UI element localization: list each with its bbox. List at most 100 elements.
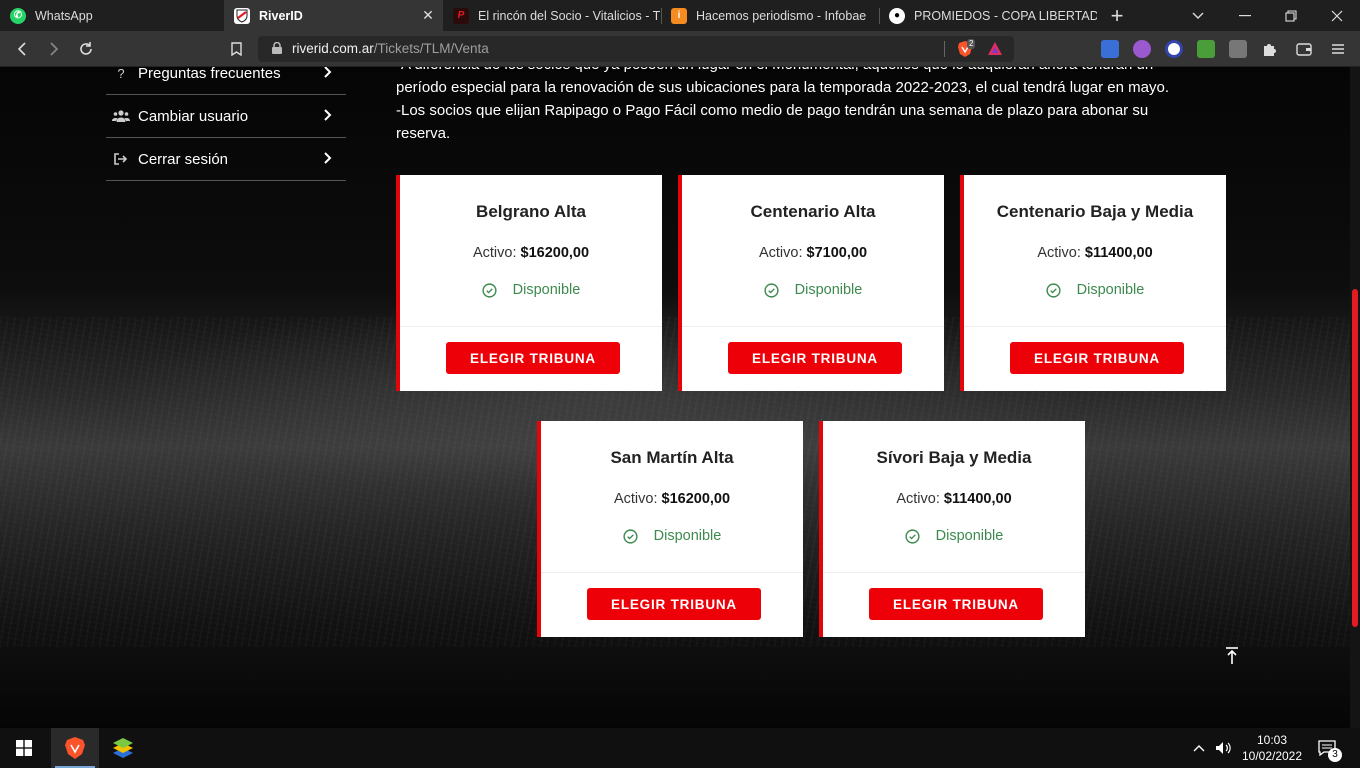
chevron-right-icon [324,151,332,168]
chevron-right-icon [324,67,332,82]
elegir-tribuna-button[interactable]: ELEGIR TRIBUNA [446,342,620,374]
translate-extension-icon[interactable] [1101,40,1119,58]
status-label: Disponible [512,282,581,298]
check-circle-icon [623,528,638,544]
price-label: Activo: [758,245,803,261]
reader-extension-icon[interactable] [1229,40,1247,58]
elegir-tribuna-button[interactable]: ELEGIR TRIBUNA [587,588,761,620]
scroll-to-top-icon[interactable] [1222,647,1242,667]
taskbar-bluestacks[interactable] [99,728,147,768]
blocker-extension-icon[interactable] [1165,40,1183,58]
volume-icon[interactable] [1215,728,1233,768]
check-circle-icon [905,528,920,544]
tribuna-card: Sívori Baja y Media Activo: $11400,00 Di… [819,421,1085,637]
brave-lion-icon [65,737,85,759]
scrollbar-thumb[interactable] [1352,289,1358,627]
tab-whatsapp[interactable]: ✆ WhatsApp [0,0,224,31]
taskbar-brave-browser[interactable] [51,728,99,768]
check-circle-icon [482,282,497,298]
info-line: -A diferencia de los socios que ya posee… [396,67,1226,76]
forward-icon[interactable] [42,37,66,61]
info-line: -Los socios que elijan Rapipago o Pago F… [396,102,1149,119]
status-label: Disponible [794,282,863,298]
river-plate-icon [234,7,250,24]
tab-title: WhatsApp [35,8,93,23]
tab-title: PROMIEDOS - COPA LIBERTADORES [914,8,1097,23]
price-value: $7100,00 [806,245,868,261]
elegir-tribuna-button[interactable]: ELEGIR TRIBUNA [1010,342,1184,374]
menu-hamburger-icon[interactable] [1326,37,1350,61]
tribuna-name: Belgrano Alta [476,202,586,221]
tab-rincon-socio[interactable]: P El rincón del Socio - Vitalicios - TLM [443,0,661,31]
price-label: Activo: [896,491,940,507]
sidebar-item-faq[interactable]: ? Preguntas frecuentes [106,67,346,95]
tab-search-chevron-icon[interactable] [1178,0,1218,31]
tribuna-price: Activo: $16200,00 [541,491,803,507]
restore-window-icon[interactable] [1271,0,1311,31]
status-label: Disponible [935,528,1004,544]
tribuna-card: Belgrano Alta Activo: $16200,00 Disponib… [396,175,662,391]
card-divider [682,326,944,327]
price-label: Activo: [472,245,517,261]
shields-count-badge: 2 [967,39,976,49]
sidebar-item-change-user[interactable]: Cambiar usuario [106,95,346,138]
availability-status: Disponible [964,282,1226,298]
question-icon: ? [117,67,125,81]
price-label: Activo: [613,491,658,507]
tribuna-card: San Martín Alta Activo: $16200,00 Dispon… [537,421,803,637]
address-bar[interactable]: riverid.com.ar/Tickets/TLM/Venta 2 [258,36,1014,62]
sale-info-text: -A diferencia de los socios que ya posee… [396,67,1226,145]
close-window-icon[interactable] [1317,0,1357,31]
download-extension-icon[interactable] [1197,40,1215,58]
sidebar-item-logout[interactable]: Cerrar sesión [106,138,346,181]
availability-status: Disponible [400,282,662,298]
chevron-right-icon [324,108,332,125]
sidebar-item-label: Cerrar sesión [138,150,229,168]
tab-riverid[interactable]: RiverID ✕ [224,0,443,31]
tribuna-name: Centenario Alta [750,202,876,221]
url-text[interactable]: riverid.com.ar/Tickets/TLM/Venta [292,41,489,56]
url-path: /Tickets/TLM/Venta [373,41,489,56]
elegir-tribuna-button[interactable]: ELEGIR TRIBUNA [728,342,902,374]
close-tab-icon[interactable]: ✕ [421,8,435,22]
tribuna-card: Centenario Alta Activo: $7100,00 Disponi… [678,175,944,391]
card-divider [541,572,803,573]
page-scrollbar[interactable] [1350,67,1360,728]
tribuna-name: San Martín Alta [610,448,734,467]
bookmark-icon[interactable] [224,37,248,61]
tab-promiedos[interactable]: ● PROMIEDOS - COPA LIBERTADORES [879,0,1097,31]
tribuna-name: Sívori Baja y Media [876,448,1032,467]
back-icon[interactable] [10,37,34,61]
system-clock[interactable]: 10:03 10/02/2022 [1236,732,1308,764]
show-hidden-icons-chevron[interactable] [1193,728,1205,768]
rincon-socio-icon: P [453,7,469,24]
minimize-window-icon[interactable] [1225,0,1265,31]
status-label: Disponible [1076,282,1145,298]
new-tab-button[interactable]: + [1097,0,1137,31]
tab-infobae[interactable]: i Hacemos periodismo - Infobae [661,0,879,31]
lock-icon[interactable] [272,42,282,54]
check-circle-icon [764,282,779,298]
card-divider [964,326,1226,327]
notification-center-icon[interactable]: 3 [1318,728,1342,768]
elegir-tribuna-button[interactable]: ELEGIR TRIBUNA [869,588,1043,620]
reload-icon[interactable] [74,37,98,61]
extension-icon[interactable] [1133,40,1151,58]
availability-status: Disponible [823,528,1085,544]
url-host: riverid.com.ar [292,41,374,56]
account-sidebar-menu: ? Preguntas frecuentes Cambiar usuario C… [106,67,346,181]
brave-rewards-icon[interactable] [986,40,1004,58]
wallet-icon[interactable] [1292,37,1316,61]
info-line: reserva. [396,125,451,142]
page-viewport: ? Preguntas frecuentes Cambiar usuario C… [0,67,1360,728]
windows-start-icon[interactable] [16,740,32,756]
whatsapp-icon: ✆ [10,7,26,24]
check-circle-icon [1046,282,1061,298]
brave-shields-icon[interactable]: 2 [956,39,976,58]
infobae-icon: i [671,7,687,24]
price-value: $16200,00 [520,245,590,261]
sidebar-item-label: Preguntas frecuentes [138,67,281,82]
browser-tab-strip: ✆ WhatsApp RiverID ✕ P El rincón del Soc… [0,0,1360,31]
status-label: Disponible [653,528,722,544]
extensions-puzzle-icon[interactable] [1258,37,1282,61]
